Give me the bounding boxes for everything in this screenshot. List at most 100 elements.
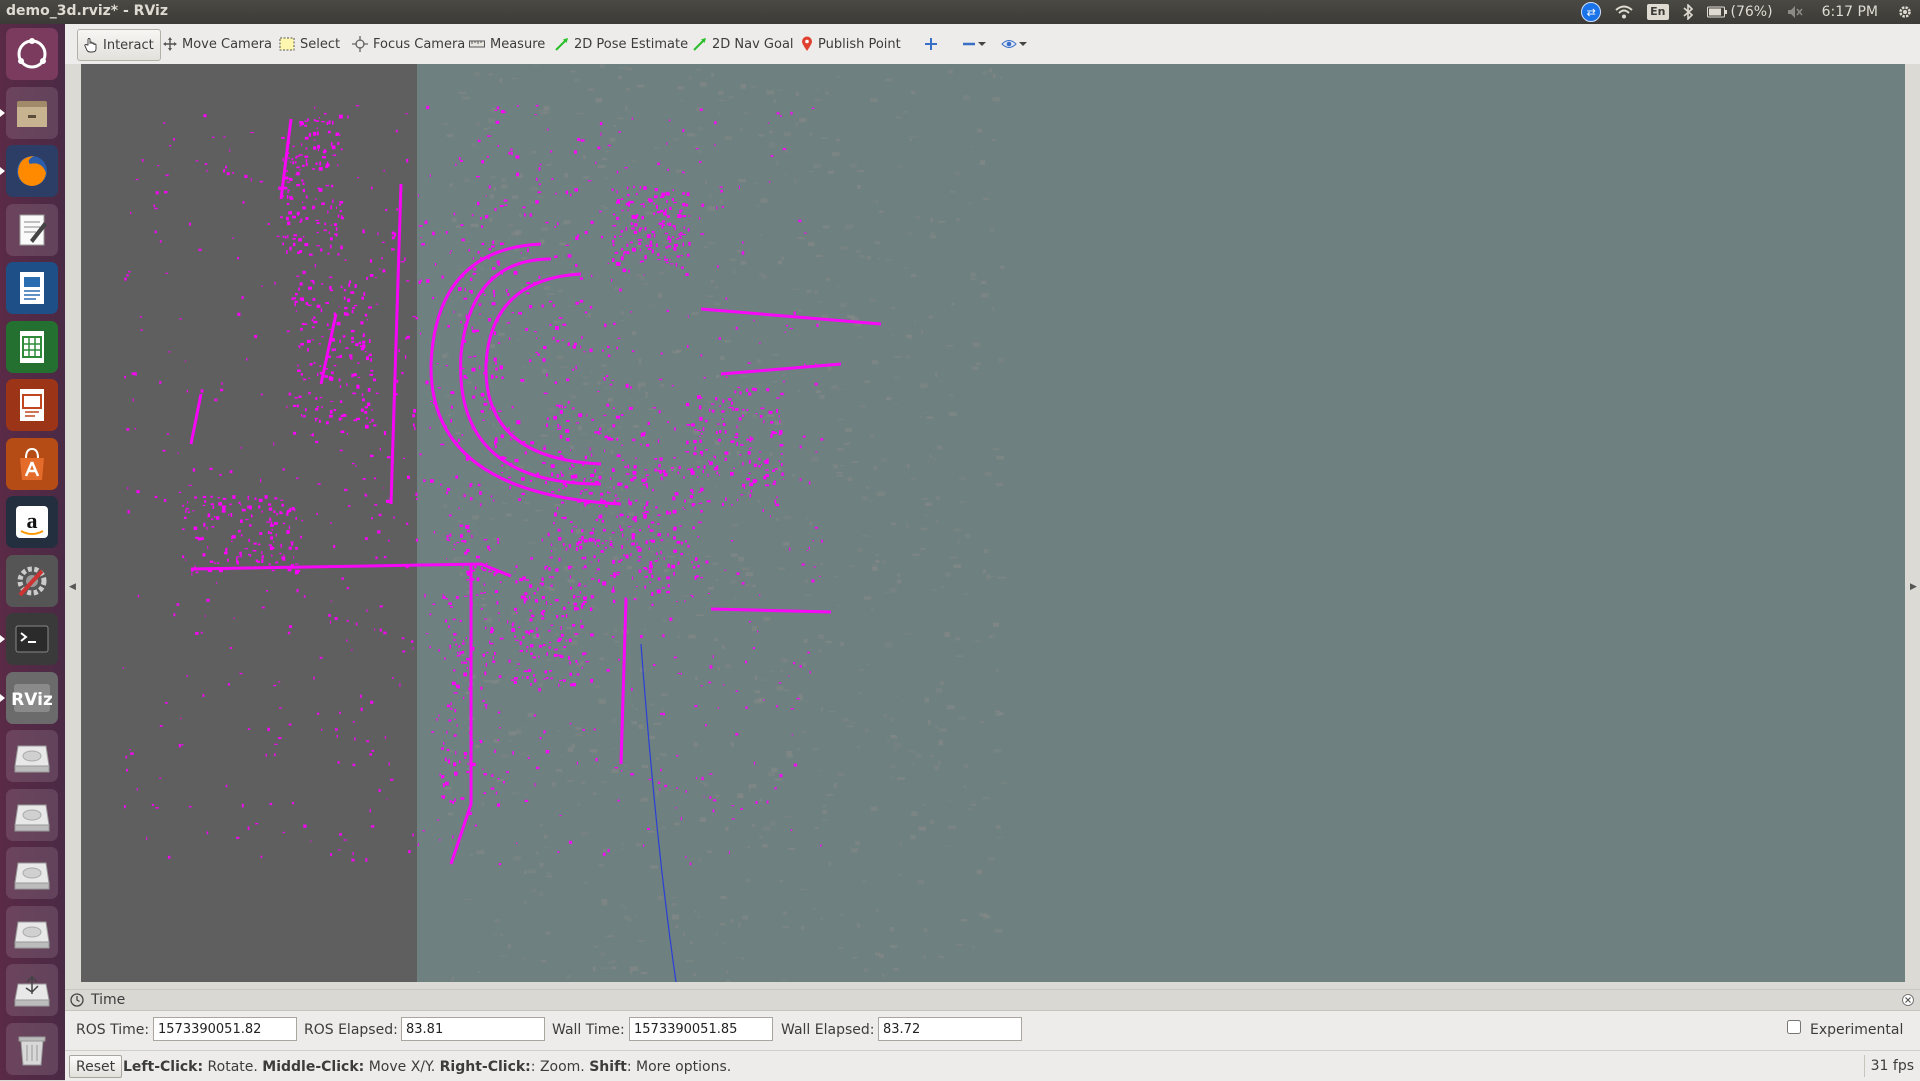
move-camera-tool-button[interactable]: Move Camera	[157, 29, 278, 59]
point-cloud-point	[464, 540, 467, 543]
point-cloud-point	[607, 144, 611, 147]
sound-muted-icon[interactable]	[1780, 0, 1810, 24]
hand-pointer-icon	[84, 38, 97, 53]
point-cloud-point	[564, 406, 567, 408]
point-cloud-point	[346, 433, 349, 435]
launcher-item-drive[interactable]	[6, 847, 58, 899]
pose-estimate-tool-button[interactable]: 2D Pose Estimate	[549, 29, 694, 59]
point-cloud-point	[368, 353, 372, 357]
map-texture-cell	[481, 598, 486, 600]
select-tool-button[interactable]: Select	[273, 29, 346, 59]
point-cloud-point	[541, 577, 544, 581]
reset-button[interactable]: Reset	[69, 1055, 123, 1078]
nav-goal-tool-button[interactable]: 2D Nav Goal	[687, 29, 800, 59]
point-cloud-point	[495, 367, 498, 371]
point-cloud-point	[483, 592, 487, 594]
measure-tool-button[interactable]: Measure	[463, 29, 551, 59]
map-texture-cell	[955, 637, 960, 641]
remove-tool-button[interactable]	[956, 29, 992, 59]
point-cloud-point	[636, 546, 640, 549]
point-cloud-point	[632, 247, 636, 252]
point-cloud-point	[535, 351, 538, 354]
point-cloud-point	[612, 258, 615, 262]
point-cloud-point	[610, 438, 614, 441]
close-icon[interactable]	[1902, 994, 1914, 1006]
launcher-item-drive[interactable]	[6, 730, 58, 782]
battery-indicator[interactable]: (76%)	[1700, 0, 1780, 24]
clock[interactable]: 6:17 PM	[1810, 0, 1890, 24]
map-texture-cell	[729, 258, 737, 261]
point-cloud-point	[278, 737, 282, 740]
point-cloud-point	[722, 399, 725, 403]
launcher-item-system-settings[interactable]	[6, 554, 58, 607]
map-texture-cell	[970, 272, 976, 278]
point-cloud-point	[326, 421, 329, 425]
wifi-icon[interactable]	[1608, 0, 1640, 24]
point-cloud-point	[749, 482, 754, 487]
launcher-item-files[interactable]	[6, 86, 58, 139]
launcher-item-amazon[interactable]: a	[6, 496, 58, 548]
map-texture-cell	[442, 353, 446, 359]
point-cloud-point	[366, 277, 368, 280]
collapse-right-arrow-icon[interactable]: ▶	[1910, 582, 1917, 592]
map-texture-cell	[511, 231, 519, 236]
launcher-item-software-center[interactable]	[6, 437, 58, 490]
launcher-item-drive[interactable]	[6, 788, 58, 841]
map-texture-cell	[640, 797, 649, 802]
point-cloud-point	[316, 304, 321, 308]
ros-elapsed-field[interactable]	[401, 1017, 545, 1041]
launcher-item-trash[interactable]	[6, 1022, 58, 1075]
launcher-item-drive[interactable]	[6, 905, 58, 958]
add-tool-button[interactable]	[918, 29, 944, 59]
point-cloud-point	[276, 235, 280, 238]
launcher-item-terminal[interactable]	[6, 613, 58, 665]
map-texture-cell	[745, 584, 750, 586]
map-texture-cell	[541, 369, 548, 374]
map-texture-cell	[631, 529, 635, 532]
map-texture-cell	[922, 804, 925, 806]
launcher-item-calc[interactable]	[6, 320, 58, 373]
bluetooth-icon[interactable]	[1676, 0, 1700, 24]
3d-render-viewport[interactable]	[81, 64, 1905, 982]
point-cloud-point	[281, 195, 284, 198]
view-options-button[interactable]	[995, 29, 1033, 59]
launcher-item-writer[interactable]	[6, 262, 58, 314]
point-cloud-point	[137, 594, 140, 598]
focus-camera-tool-button[interactable]: Focus Camera	[346, 29, 471, 59]
point-cloud-point	[165, 272, 169, 274]
collapse-left-arrow-icon[interactable]: ◀	[69, 582, 76, 592]
wall-time-field[interactable]	[629, 1017, 773, 1041]
point-cloud-point	[697, 395, 701, 399]
point-cloud-point	[614, 251, 619, 254]
point-cloud-point	[371, 749, 375, 752]
launcher-item-dash[interactable]	[6, 28, 58, 80]
launcher-item-text-editor[interactable]	[6, 203, 58, 256]
launcher-item-rviz[interactable]: RViz	[6, 671, 58, 724]
interact-tool-button[interactable]: Interact	[77, 29, 161, 61]
launcher-item-impress[interactable]	[6, 379, 58, 431]
publish-point-tool-button[interactable]: Publish Point	[795, 29, 907, 59]
point-cloud-point	[418, 194, 419, 197]
point-cloud-point	[548, 646, 551, 649]
point-cloud-point	[728, 851, 730, 854]
point-cloud-point	[286, 170, 288, 173]
point-cloud-point	[270, 536, 274, 540]
map-texture-cell	[866, 663, 869, 666]
session-gear-icon[interactable]	[1890, 0, 1920, 24]
map-texture-cell	[866, 255, 871, 260]
point-cloud-point	[440, 443, 445, 446]
ros-time-field[interactable]	[153, 1017, 297, 1041]
point-cloud-point	[774, 468, 778, 470]
launcher-item-firefox[interactable]	[6, 145, 58, 197]
teamviewer-icon[interactable]: ⇄	[1574, 0, 1608, 24]
point-cloud-point	[454, 771, 458, 776]
point-cloud-point	[253, 542, 257, 545]
point-cloud-point	[307, 304, 312, 306]
keyboard-layout-indicator[interactable]: En	[1640, 0, 1675, 24]
experimental-checkbox[interactable]	[1787, 1020, 1801, 1034]
map-texture-cell	[819, 394, 825, 400]
system-tray: ⇄ En (76%) 6:17 PM	[1574, 0, 1920, 24]
wall-elapsed-field[interactable]	[878, 1017, 1022, 1041]
point-cloud-point	[299, 169, 301, 171]
launcher-item-usb-drive[interactable]	[6, 964, 58, 1016]
